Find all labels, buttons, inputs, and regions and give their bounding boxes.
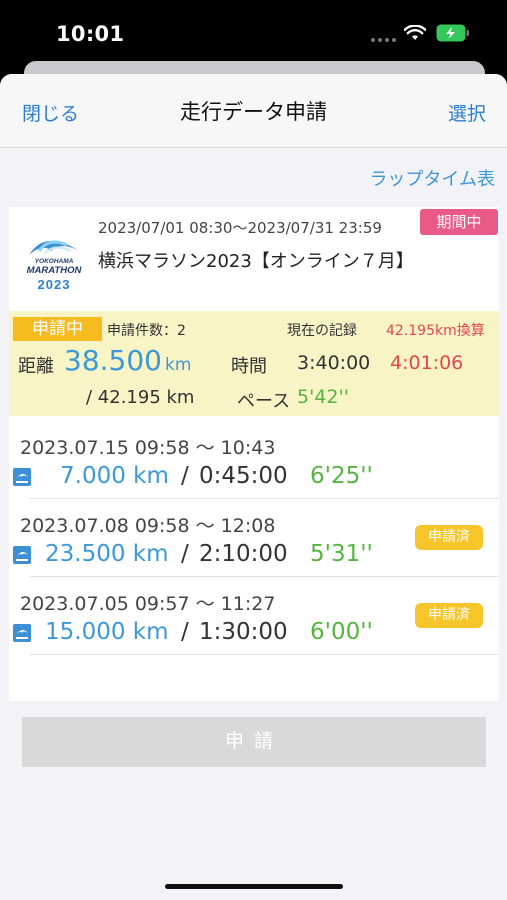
logo-text-line1: YOKOHAMA	[35, 258, 74, 265]
yokohama-marathon-logo: YOKOHAMA MARATHON 2023	[27, 240, 83, 292]
event-card: YOKOHAMA MARATHON 2023 2023/07/01 08:30〜…	[9, 207, 499, 701]
page-title: 走行データ申請	[180, 100, 327, 124]
status-bar: 10:01	[0, 0, 507, 62]
modal-sheet: 閉じる 走行データ申請 選択 ラップタイム表 YOKOHAMA MARATHON…	[0, 74, 507, 900]
event-period: 2023/07/01 08:30〜2023/07/31 23:59	[98, 219, 382, 237]
event-header: YOKOHAMA MARATHON 2023 2023/07/01 08:30〜…	[9, 207, 499, 311]
converted-time-label: 42.195km換算	[386, 323, 485, 339]
applied-badge: 申請済	[415, 603, 483, 628]
event-name: 横浜マラソン2023【オンライン７月】	[98, 251, 414, 272]
navigation-bar: 閉じる 走行データ申請 選択	[0, 74, 507, 148]
yokohama-marathon-icon	[13, 546, 31, 564]
run-datetime: 2023.07.15 09:58 ～ 10:43	[20, 437, 276, 459]
current-record-label: 現在の記録	[287, 323, 357, 339]
yokohama-marathon-icon	[13, 468, 31, 486]
run-pace: 5'31''	[310, 541, 373, 567]
pace-value: 5'42''	[297, 386, 349, 408]
signal-dots-icon	[371, 38, 399, 43]
distance-unit: km	[165, 355, 192, 375]
run-pace: 6'25''	[310, 463, 373, 489]
distance-label: 距離	[18, 356, 54, 377]
applied-badge: 申請済	[415, 525, 483, 550]
logo-text-line2: MARATHON	[27, 265, 83, 276]
time-label: 時間	[231, 356, 267, 377]
run-distance: 23.500 km	[45, 541, 169, 567]
submit-application-button[interactable]: 申請	[22, 717, 486, 767]
battery-charging-icon	[436, 24, 469, 42]
run-separator: /	[181, 619, 189, 645]
period-status-badge: 期間中	[420, 209, 498, 235]
run-separator: /	[181, 463, 189, 489]
converted-time-value: 4:01:06	[390, 352, 464, 374]
run-time: 0:45:00	[199, 463, 288, 489]
yokohama-marathon-icon	[13, 624, 31, 642]
run-distance: 15.000 km	[45, 619, 169, 645]
wifi-icon	[404, 25, 426, 40]
application-count: 申請件数：2	[107, 323, 186, 339]
logo-year: 2023	[38, 277, 71, 292]
application-status-badge: 申請中	[13, 317, 102, 341]
run-list-item[interactable]: 2023.07.08 09:58 ～ 12:08 23.500 km / 2:1…	[9, 499, 499, 577]
distance-value: 38.500	[64, 344, 162, 377]
run-separator: /	[181, 541, 189, 567]
lap-time-table-link[interactable]: ラップタイム表	[369, 165, 495, 191]
select-button[interactable]: 選択	[448, 99, 486, 126]
run-distance: 7.000 km	[60, 463, 169, 489]
pace-label: ペース	[237, 391, 291, 412]
run-list-item[interactable]: 2023.07.05 09:57 ～ 11:27 15.000 km / 1:3…	[9, 577, 499, 655]
status-time: 10:01	[56, 22, 125, 46]
target-distance: / 42.195 km	[86, 387, 195, 408]
record-summary: 申請中 申請件数：2 現在の記録 42.195km換算 距離 38.500 km…	[9, 311, 499, 416]
time-value: 3:40:00	[297, 352, 371, 374]
run-datetime: 2023.07.05 09:57 ～ 11:27	[20, 593, 276, 615]
run-list-item[interactable]: 2023.07.15 09:58 ～ 10:43 7.000 km / 0:45…	[9, 421, 499, 499]
run-pace: 6'00''	[310, 619, 373, 645]
run-datetime: 2023.07.08 09:58 ～ 12:08	[20, 515, 276, 537]
run-time: 2:10:00	[199, 541, 288, 567]
run-time: 1:30:00	[199, 619, 288, 645]
home-indicator	[165, 884, 343, 889]
